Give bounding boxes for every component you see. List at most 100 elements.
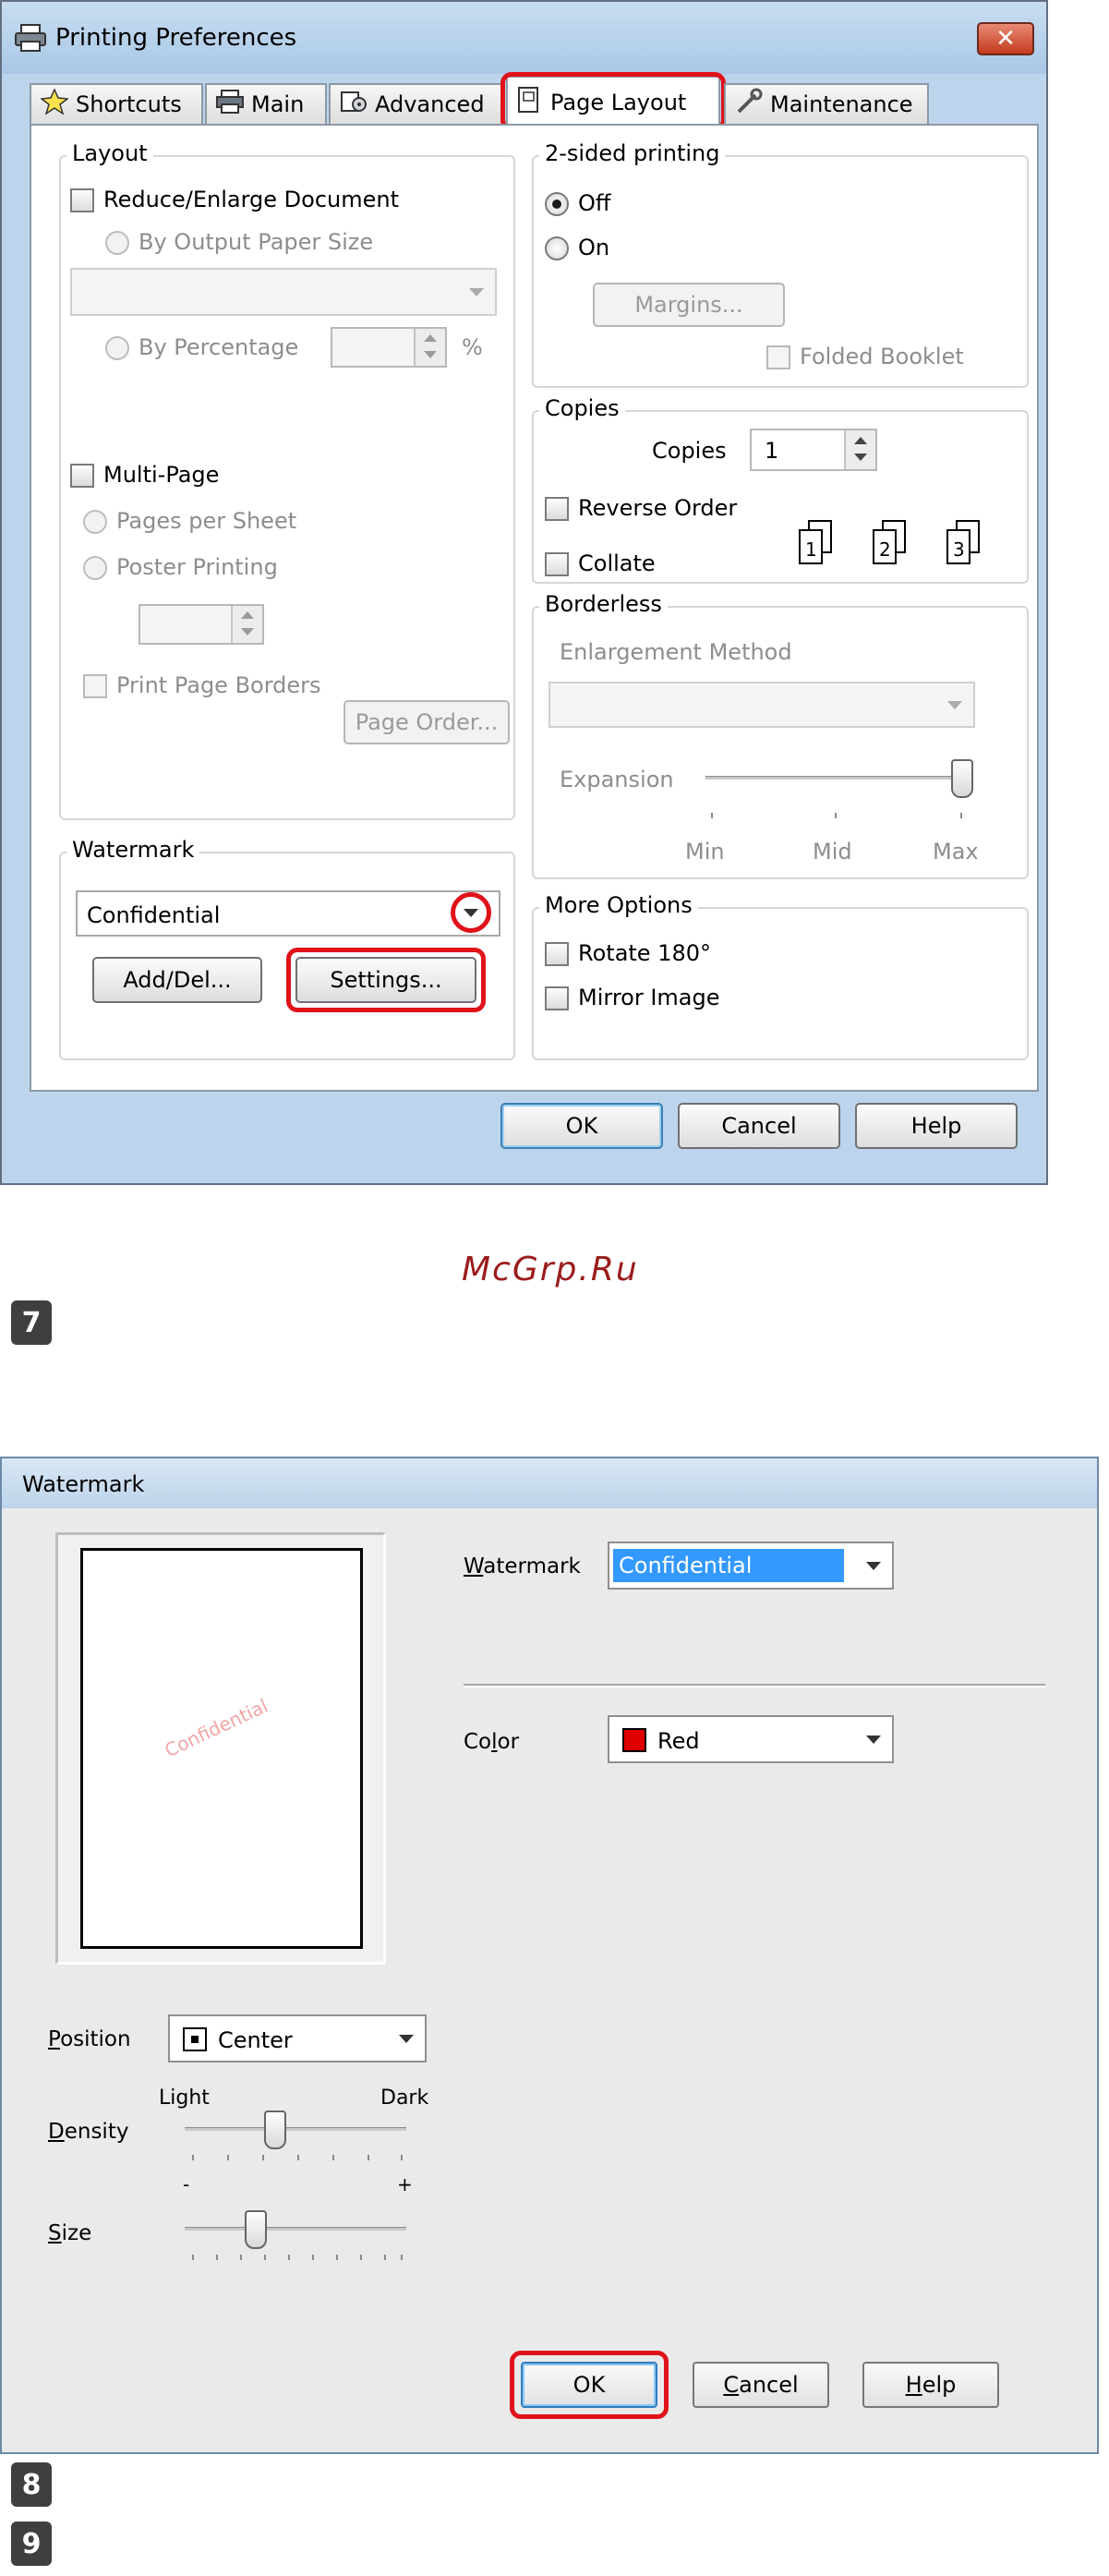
print-page-borders-checkbox[interactable] <box>83 674 107 698</box>
size-slider-thumb[interactable] <box>245 2210 267 2249</box>
pages-per-sheet-radio[interactable] <box>83 510 107 534</box>
more-options-group-label: More Options <box>539 892 698 918</box>
separator-line <box>464 1684 1045 1687</box>
density-dark-label: Dark <box>380 2086 429 2110</box>
tab-label: Shortcuts <box>76 91 182 117</box>
tab-maintenance[interactable]: Maintenance <box>724 83 929 124</box>
expansion-slider-track[interactable] <box>705 776 973 780</box>
multi-page-checkbox[interactable] <box>70 464 94 488</box>
more-options-group <box>532 907 1029 1060</box>
folded-booklet-label: Folded Booklet <box>800 344 964 369</box>
help-button[interactable]: Help <box>855 1103 1018 1149</box>
watermark-select-value: Confidential <box>87 902 221 928</box>
mnemonic: P <box>48 2027 61 2051</box>
by-output-paper-size-radio[interactable] <box>105 231 129 255</box>
preview-watermark-text: Confidential <box>161 1694 271 1762</box>
density-slider-thumb[interactable] <box>264 2110 286 2149</box>
mnemonic: H <box>905 2372 922 2398</box>
label-rest: ancel <box>739 2372 799 2398</box>
title-bar: Watermark <box>2 1458 1097 1508</box>
tab-main[interactable]: Main <box>205 83 327 124</box>
color-select[interactable]: Red <box>608 1715 894 1763</box>
title-bar: Printing Preferences ✕ <box>2 2 1046 74</box>
poster-printing-radio[interactable] <box>83 556 107 580</box>
label-rest: osition <box>60 2027 131 2051</box>
watermark-dialog: Watermark Confidential Watermark Confide… <box>0 1457 1099 2454</box>
collate-label: Collate <box>578 550 656 576</box>
percent-sign: % <box>462 334 483 360</box>
copies-value: 1 <box>765 438 779 464</box>
help-button[interactable]: Help <box>862 2362 999 2408</box>
add-del-button[interactable]: Add/Del... <box>92 957 262 1003</box>
chevron-down-icon <box>866 1735 881 1744</box>
mnemonic: C <box>723 2372 740 2398</box>
poster-stepper[interactable] <box>139 604 264 645</box>
tab-shortcuts[interactable]: Shortcuts <box>30 83 203 124</box>
two-sided-on-radio[interactable] <box>545 236 569 260</box>
chevron-down-icon <box>866 1562 881 1570</box>
percentage-stepper[interactable] <box>331 327 447 368</box>
preview-page: Confidential <box>80 1548 363 1949</box>
page-order-button[interactable]: Page Order... <box>344 700 510 744</box>
collate-icon-digit: 3 <box>953 538 965 561</box>
watermark-dropdown-highlight[interactable] <box>451 892 491 933</box>
cancel-button[interactable]: Cancel <box>678 1103 840 1149</box>
copies-group-label: Copies <box>539 395 625 421</box>
mnemonic: S <box>48 2221 62 2245</box>
slider-tick <box>711 813 713 818</box>
ok-button[interactable]: OK <box>500 1103 663 1149</box>
site-watermark-text: McGrp.Ru <box>462 1251 639 1288</box>
size-plus-label: + <box>397 2173 413 2195</box>
position-select[interactable]: Center <box>168 2014 427 2062</box>
color-label: Color <box>464 1730 519 1754</box>
collate-checkbox[interactable] <box>545 552 569 576</box>
two-sided-off-radio[interactable] <box>545 192 569 216</box>
reverse-order-label: Reverse Order <box>578 495 738 521</box>
mnemonic: W <box>464 1554 484 1578</box>
watermark-label: Watermark <box>464 1554 581 1578</box>
collate-icon-digit: 2 <box>879 538 891 561</box>
wrench-icon <box>735 88 763 121</box>
spin-arrows-icon[interactable] <box>844 430 875 469</box>
folded-booklet-checkbox[interactable] <box>766 345 790 369</box>
two-sided-on-label: On <box>578 235 610 260</box>
tab-label: Main <box>251 91 305 117</box>
reverse-order-checkbox[interactable] <box>545 497 569 521</box>
tab-label: Advanced <box>375 91 485 117</box>
watermark-select[interactable]: Confidential <box>608 1542 894 1590</box>
spin-arrows-icon[interactable] <box>231 606 262 643</box>
color-select-value: Red <box>657 1728 700 1754</box>
label-rest: atermark <box>483 1554 581 1578</box>
position-select-value: Center <box>218 2027 293 2053</box>
star-icon <box>40 88 69 120</box>
step-number-badge: 8 <box>11 2462 52 2507</box>
density-label: Density <box>48 2120 128 2144</box>
pages-per-sheet-label: Pages per Sheet <box>116 508 297 534</box>
tab-advanced[interactable]: Advanced <box>329 83 504 124</box>
dialog-title: Printing Preferences <box>55 24 297 52</box>
copies-stepper[interactable]: 1 <box>750 429 877 471</box>
slider-track <box>185 2227 406 2231</box>
density-ticks <box>192 2155 404 2162</box>
close-button[interactable]: ✕ <box>977 22 1034 55</box>
expansion-slider-thumb[interactable] <box>951 759 973 798</box>
printing-preferences-dialog: Printing Preferences ✕ Shortcuts Main Ad… <box>0 0 1048 1185</box>
label-rest: ensity <box>64 2120 129 2144</box>
enlargement-method-label: Enlargement Method <box>560 639 792 665</box>
printer-icon <box>15 24 46 52</box>
cancel-button[interactable]: Cancel <box>693 2362 829 2408</box>
multi-page-label: Multi-Page <box>103 462 220 488</box>
expansion-mid-label: Mid <box>813 839 852 865</box>
enlargement-method-select[interactable] <box>548 682 975 728</box>
spin-arrows-icon[interactable] <box>414 329 445 366</box>
watermark-select[interactable]: Confidential <box>76 890 500 937</box>
two-sided-off-label: Off <box>578 190 611 216</box>
margins-button[interactable]: Margins... <box>593 283 785 327</box>
rotate-180-checkbox[interactable] <box>545 942 569 966</box>
mirror-image-checkbox[interactable] <box>545 986 569 1010</box>
by-percentage-radio[interactable] <box>105 336 129 360</box>
density-light-label: Light <box>159 2086 210 2110</box>
watermark-preview: Confidential <box>55 1532 386 1965</box>
reduce-enlarge-checkbox[interactable] <box>70 188 94 212</box>
output-paper-size-select[interactable] <box>70 268 497 316</box>
